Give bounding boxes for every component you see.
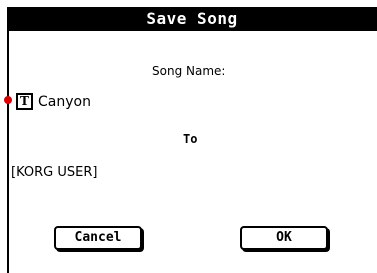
save-song-dialog: Save Song Song Name: T Canyon To [KORG U… <box>0 0 377 273</box>
destination-field[interactable]: [KORG USER] <box>11 164 97 181</box>
dialog-left-border <box>7 30 9 273</box>
ok-button[interactable]: OK <box>240 226 328 250</box>
text-edit-icon[interactable]: T <box>16 93 33 110</box>
dialog-title: Save Song <box>7 7 377 31</box>
song-name-label: Song Name: <box>152 64 226 78</box>
selection-marker-icon <box>4 96 12 104</box>
to-label: To <box>183 132 198 146</box>
cancel-button[interactable]: Cancel <box>54 226 142 250</box>
song-name-field[interactable]: Canyon <box>38 94 91 111</box>
